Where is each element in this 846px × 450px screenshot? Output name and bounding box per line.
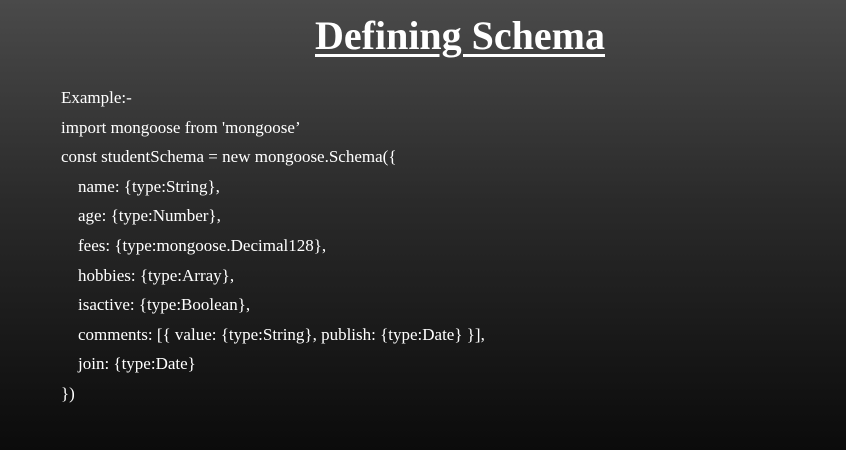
code-block: Example:- import mongoose from 'mongoose… [61, 83, 821, 409]
code-line-age-field: age: {type:Number}, [78, 206, 221, 226]
code-line-fees-field: fees: {type:mongoose.Decimal128}, [78, 235, 327, 255]
code-line-comments-field: comments: [{ value: {type:String}, publi… [78, 324, 485, 344]
code-line-isactive-field: isactive: {type:Boolean}, [78, 295, 251, 315]
example-label: Example:- [61, 88, 132, 107]
slide-title: Defining Schema [315, 13, 605, 58]
code-line-name-field: name: {type:String}, [78, 176, 220, 196]
code-line-schema-declaration: const studentSchema = new mongoose.Schem… [61, 147, 397, 167]
slide: Defining Schema Example:- import mongoos… [0, 0, 846, 450]
code-line-import: import mongoose from 'mongoose’ [61, 117, 301, 137]
code-line-closing: }) [61, 383, 75, 403]
code-line-join-field: join: {type:Date} [78, 354, 196, 374]
code-line-hobbies-field: hobbies: {type:Array}, [78, 265, 235, 285]
